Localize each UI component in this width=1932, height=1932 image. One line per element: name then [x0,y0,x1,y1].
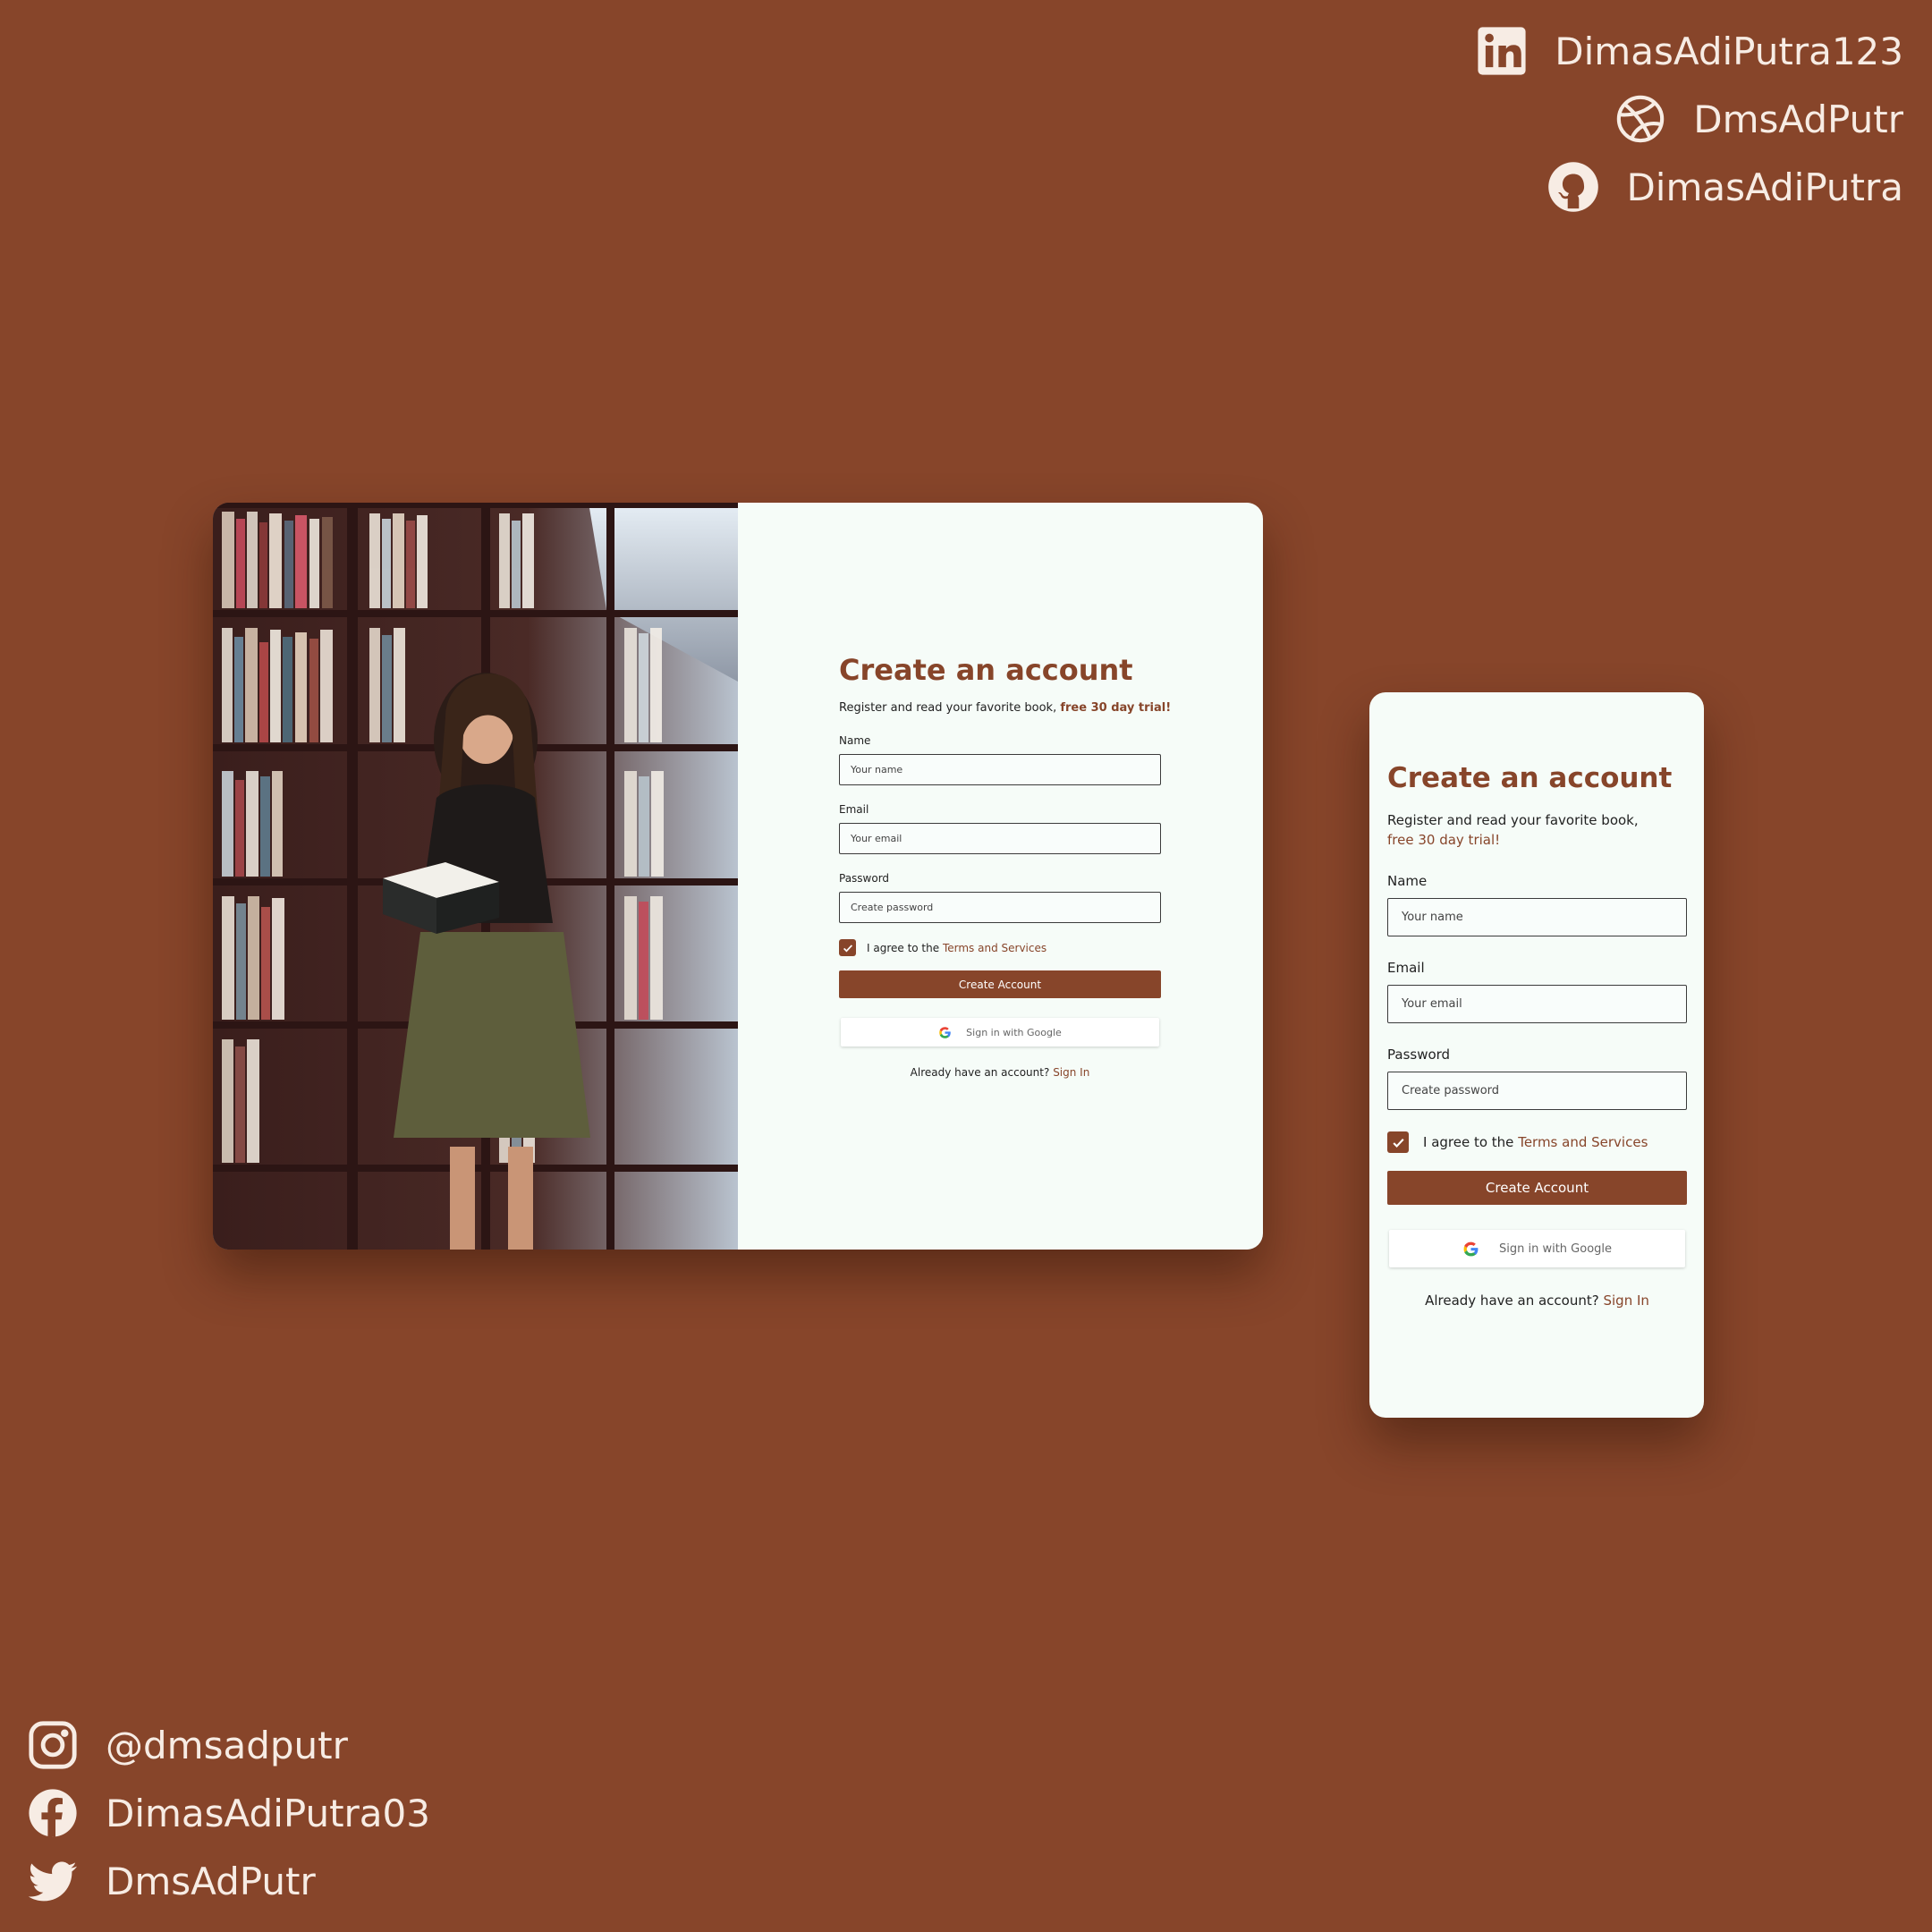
email-placeholder: Your email [851,833,902,844]
trial-highlight: free 30 day trial! [1060,701,1172,715]
social-linkedin[interactable]: DimasAdiPutra123 [1476,25,1903,77]
social-links-bottom: @dmsadputr DimasAdiPutra03 DmsAdPutr [27,1719,430,1907]
sign-in-link[interactable]: Sign In [1603,1292,1648,1309]
desktop-signup-form: Create an account Register and read your… [839,653,1171,1079]
signin-prompt: Already have an account? Sign In [1387,1292,1687,1309]
google-icon [939,1026,951,1038]
name-input[interactable]: Your name [1387,898,1687,936]
subtitle-text: Register and read your favorite book, [839,701,1057,715]
twitter-icon [28,1861,77,1902]
facebook-handle: DimasAdiPutra03 [106,1791,430,1835]
password-input[interactable]: Create password [839,892,1161,923]
social-instagram[interactable]: @dmsadputr [27,1719,348,1771]
agree-label: I agree to the [1423,1134,1514,1150]
terms-link[interactable]: Terms and Services [943,942,1046,954]
facebook-icon [29,1789,77,1837]
email-label: Email [839,803,869,816]
dribbble-icon [1617,95,1665,143]
sign-in-link[interactable]: Sign In [1053,1066,1089,1079]
name-placeholder: Your name [851,764,903,775]
signin-prompt: Already have an account? Sign In [839,1066,1161,1079]
terms-row: I agree to the Terms and Services [1387,1131,1687,1153]
social-twitter[interactable]: DmsAdPutr [27,1855,316,1907]
linkedin-handle: DimasAdiPutra123 [1555,29,1903,73]
terms-link[interactable]: Terms and Services [1518,1134,1648,1150]
terms-row: I agree to the Terms and Services [839,939,1161,956]
have-account-text: Already have an account? [1425,1292,1599,1309]
create-account-button[interactable]: Create Account [839,970,1161,998]
create-account-button[interactable]: Create Account [1387,1171,1687,1205]
password-placeholder: Create password [851,902,934,913]
subtitle: Register and read your favorite book, fr… [839,701,1171,715]
mobile-signup-form: Create an account Register and read your… [1387,762,1687,1309]
password-placeholder: Create password [1402,1084,1500,1097]
mobile-signup-card: Create an account Register and read your… [1369,692,1704,1418]
google-signin-button[interactable]: Sign in with Google [1389,1230,1685,1267]
twitter-handle: DmsAdPutr [106,1859,316,1903]
github-handle: DimasAdiPutra [1626,165,1903,209]
google-button-label: Sign in with Google [966,1026,1062,1038]
github-icon [1548,162,1599,212]
trial-highlight: free 30 day trial! [1387,832,1501,848]
subtitle-text: Register and read your favorite book, [1387,812,1639,828]
password-input[interactable]: Create password [1387,1072,1687,1110]
checkmark-icon [1392,1138,1404,1148]
social-github[interactable]: DimasAdiPutra [1547,161,1903,213]
name-input[interactable]: Your name [839,754,1161,785]
password-label: Password [839,872,890,885]
name-label: Name [1387,873,1428,889]
google-signin-button[interactable]: Sign in with Google [841,1018,1159,1046]
email-input[interactable]: Your email [1387,985,1687,1023]
page-title: Create an account [1387,762,1673,794]
terms-checkbox[interactable] [1387,1131,1409,1153]
google-icon [1463,1241,1479,1256]
instagram-handle: @dmsadputr [106,1723,348,1767]
subtitle: Register and read your favorite book, fre… [1387,810,1687,850]
have-account-text: Already have an account? [910,1066,1050,1079]
password-label: Password [1387,1046,1451,1063]
instagram-icon [29,1721,77,1769]
dribbble-handle: DmsAdPutr [1693,97,1903,141]
social-links-top: DimasAdiPutra123 DmsAdPutr DimasAdiPutra [1476,25,1903,213]
email-input[interactable]: Your email [839,823,1161,854]
name-placeholder: Your name [1402,911,1463,924]
email-label: Email [1387,960,1425,976]
agree-text: I agree to the Terms and Services [1423,1134,1648,1150]
email-placeholder: Your email [1402,997,1462,1011]
agree-text: I agree to the Terms and Services [867,942,1046,954]
checkmark-icon [843,944,852,952]
terms-checkbox[interactable] [839,939,856,956]
bookstore-photo [213,503,738,1250]
linkedin-icon [1478,27,1526,75]
google-button-label: Sign in with Google [1498,1241,1613,1256]
name-label: Name [839,734,871,747]
social-facebook[interactable]: DimasAdiPutra03 [27,1787,430,1839]
social-dribbble[interactable]: DmsAdPutr [1614,93,1903,145]
desktop-signup-card: Create an account Register and read your… [213,503,1263,1250]
agree-label: I agree to the [867,941,940,954]
page-title: Create an account [839,653,1133,687]
